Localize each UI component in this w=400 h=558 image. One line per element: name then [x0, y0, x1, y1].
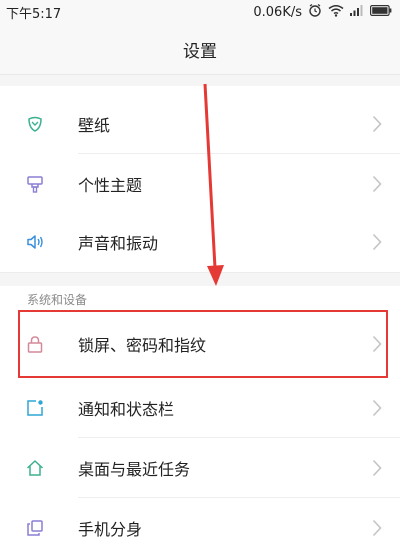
chevron-right-icon — [370, 174, 384, 194]
alarm-icon — [308, 3, 322, 21]
clone-icon — [24, 517, 46, 539]
wifi-icon — [328, 4, 344, 21]
signal-icon — [350, 4, 364, 20]
title-bar: 设置 — [0, 24, 400, 75]
settings-item-wallpaper[interactable]: 壁纸 — [0, 94, 400, 154]
section-title: 系统和设备 — [0, 286, 400, 310]
settings-item-label: 壁纸 — [78, 116, 111, 135]
chevron-right-icon — [370, 232, 384, 252]
settings-item-label: 声音和振动 — [78, 234, 159, 253]
chevron-right-icon — [370, 114, 384, 134]
theme-icon — [24, 173, 46, 195]
settings-item-label: 桌面与最近任务 — [78, 460, 191, 479]
status-time: 下午5:17 — [6, 6, 62, 22]
lock-icon — [24, 333, 46, 355]
home-icon — [24, 457, 46, 479]
page-title: 设置 — [183, 41, 217, 62]
section-gap — [0, 272, 400, 287]
network-speed: 0.06K/s — [253, 4, 302, 20]
settings-item-lock-screen[interactable]: 锁屏、密码和指纹 — [0, 314, 400, 374]
settings-item-sound[interactable]: 声音和振动 — [0, 212, 400, 272]
notification-icon — [24, 397, 46, 419]
settings-item-label: 个性主题 — [78, 176, 143, 195]
settings-item-dual-apps[interactable]: 手机分身 — [0, 498, 400, 558]
chevron-right-icon — [370, 334, 384, 354]
settings-item-label: 锁屏、密码和指纹 — [78, 336, 207, 355]
chevron-right-icon — [370, 518, 384, 538]
wallpaper-icon — [24, 113, 46, 135]
status-bar: 下午5:17 0.06K/s — [0, 0, 400, 24]
sound-icon — [24, 231, 46, 253]
settings-item-theme[interactable]: 个性主题 — [0, 154, 400, 214]
settings-item-notifications[interactable]: 通知和状态栏 — [0, 378, 400, 438]
status-right: 0.06K/s — [253, 3, 392, 21]
chevron-right-icon — [370, 398, 384, 418]
settings-item-label: 通知和状态栏 — [78, 400, 175, 419]
chevron-right-icon — [370, 458, 384, 478]
settings-item-label: 手机分身 — [78, 520, 143, 539]
settings-item-home-screen[interactable]: 桌面与最近任务 — [0, 438, 400, 498]
battery-icon — [370, 4, 392, 20]
